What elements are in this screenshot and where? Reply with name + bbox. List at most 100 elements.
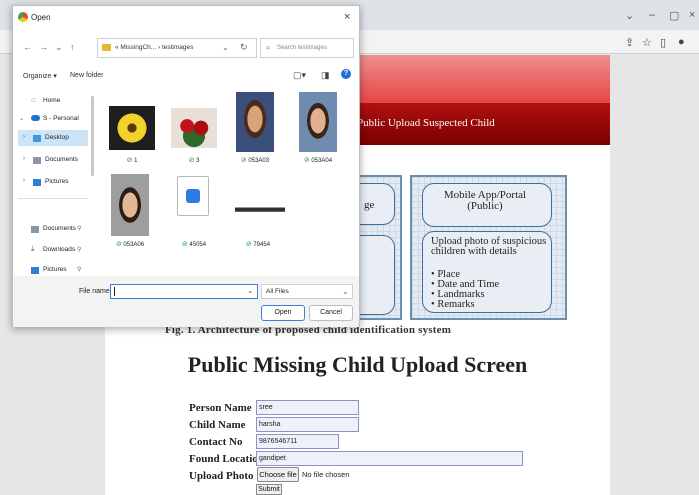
sidebar-scrollbar[interactable] bbox=[91, 96, 94, 176]
up-arrow-icon[interactable]: ↑ bbox=[70, 42, 75, 52]
chevron-right-icon[interactable]: › bbox=[23, 178, 25, 184]
file-status: No file chosen bbox=[302, 470, 350, 479]
forward-arrow-icon[interactable]: → bbox=[39, 42, 48, 52]
open-file-dialog: Open × ← → ⌄ ↑ « MissingCh... › testimag… bbox=[12, 5, 360, 327]
sidebar-item-desktop[interactable]: Desktop bbox=[45, 134, 69, 141]
chevron-right-icon[interactable]: › bbox=[23, 156, 25, 162]
desktop-folder-icon bbox=[33, 135, 41, 142]
file-label: ⊘ 053A06 bbox=[115, 241, 145, 248]
documents-icon bbox=[31, 226, 39, 233]
quick-access-pictures[interactable]: Pictures bbox=[43, 266, 66, 273]
open-button[interactable]: Open bbox=[261, 305, 305, 321]
sidebar-divider bbox=[18, 198, 88, 199]
diagram-bullet: • Remarks bbox=[431, 299, 475, 310]
submit-button[interactable]: Submit bbox=[256, 484, 282, 495]
diagram-left-label: ge bbox=[364, 199, 375, 211]
download-icon: ⤓ bbox=[31, 244, 35, 253]
diagram-upload-box: Upload photo of suspicious children with… bbox=[422, 231, 552, 313]
pictures-icon bbox=[31, 267, 39, 274]
search-icon: ⌕ bbox=[266, 43, 271, 52]
file-label: ⊘ 1 bbox=[126, 157, 138, 164]
choose-file-button[interactable]: Choose file bbox=[257, 467, 299, 482]
organize-button[interactable]: Organize ▾ bbox=[23, 72, 57, 80]
maximize-button[interactable]: ▢ bbox=[669, 9, 679, 22]
chevron-down-icon[interactable]: ⌄ bbox=[55, 42, 63, 53]
flower-thumbnail bbox=[109, 106, 155, 150]
found-location-label: Found Location bbox=[189, 453, 264, 465]
pin-icon: ⚲ bbox=[77, 267, 82, 273]
help-icon[interactable]: ? bbox=[341, 69, 351, 79]
knife-thumbnail bbox=[235, 196, 285, 226]
chevron-down-icon[interactable]: ⌄ bbox=[222, 43, 229, 52]
sidepanel-icon[interactable]: ▯ bbox=[660, 36, 666, 49]
diagram-mobile-box: Mobile App/Portal (Public) bbox=[422, 183, 552, 227]
upload-photo-label: Upload Photo bbox=[189, 470, 254, 482]
screen: ⌄ – ▢ × ⇪ ☆ ▯ ● Public Upload Suspected … bbox=[0, 0, 699, 495]
nav-link-public-upload[interactable]: Public Upload Suspected Child bbox=[357, 117, 495, 129]
bookmark-star-icon[interactable]: ☆ bbox=[642, 36, 652, 49]
child-name-input[interactable]: harsha bbox=[256, 417, 359, 432]
file-label: ⊘ 053A03 bbox=[240, 157, 270, 164]
pin-icon: ⚲ bbox=[77, 247, 82, 253]
person-name-label: Person Name bbox=[189, 402, 252, 414]
chevron-down-icon: ⌄ bbox=[342, 287, 349, 296]
chevron-down-icon[interactable]: ⌄ bbox=[247, 286, 254, 295]
close-window-button[interactable]: × bbox=[689, 9, 695, 21]
child-photo-thumbnail bbox=[236, 92, 274, 152]
image-file-thumbnail bbox=[177, 176, 209, 216]
contact-input[interactable]: 9876546711 bbox=[256, 434, 339, 449]
header-banner bbox=[340, 55, 610, 103]
search-box[interactable]: ⌕ Search testimages bbox=[260, 38, 354, 58]
child-photo-thumbnail bbox=[299, 92, 337, 152]
child-photo-thumbnail bbox=[111, 174, 149, 236]
image-file-icon bbox=[186, 189, 200, 203]
search-placeholder: Search testimages bbox=[277, 45, 327, 51]
quick-access-documents[interactable]: Documents bbox=[43, 225, 76, 232]
preview-pane-icon[interactable]: ◨ bbox=[321, 70, 330, 81]
documents-icon bbox=[33, 157, 41, 164]
cloud-icon bbox=[31, 115, 40, 121]
cancel-button[interactable]: Cancel bbox=[309, 305, 353, 321]
view-options-icon[interactable]: ▢▾ bbox=[293, 70, 306, 81]
refresh-icon[interactable]: ↻ bbox=[240, 42, 248, 53]
page-title: Public Missing Child Upload Screen bbox=[187, 352, 528, 377]
file-name-input[interactable]: ⌄ bbox=[110, 284, 258, 299]
minimize-button[interactable]: – bbox=[649, 9, 655, 21]
file-label: ⊘ 053A04 bbox=[303, 157, 333, 164]
diagram-right-panel: Mobile App/Portal (Public) Upload photo … bbox=[410, 175, 567, 320]
pictures-icon bbox=[33, 179, 41, 186]
profile-icon[interactable]: ● bbox=[678, 36, 685, 48]
diagram-upload-text: Upload photo of suspicious children with… bbox=[431, 236, 547, 257]
dialog-close-button[interactable]: × bbox=[344, 11, 350, 23]
sidebar-item-documents[interactable]: Documents bbox=[45, 156, 78, 163]
sidebar-item-personal[interactable]: S - Personal bbox=[43, 115, 79, 122]
back-arrow-icon[interactable]: ← bbox=[23, 42, 32, 52]
file-label: ⊘ 45054 bbox=[181, 241, 207, 248]
address-path-box[interactable]: « MissingCh... › testimages ⌄ ↻ bbox=[97, 38, 257, 58]
chevron-down-icon[interactable]: ⌄ bbox=[19, 115, 24, 122]
file-type-value: All Files bbox=[266, 288, 289, 295]
quick-access-downloads[interactable]: Downloads bbox=[43, 246, 75, 253]
person-name-input[interactable]: sree bbox=[256, 400, 359, 415]
child-name-label: Child Name bbox=[189, 419, 246, 431]
dialog-title: Open bbox=[31, 13, 51, 22]
home-icon: ⌂ bbox=[31, 95, 36, 104]
chrome-icon bbox=[18, 12, 28, 22]
file-label: ⊘ 3 bbox=[188, 157, 200, 164]
diagram-mobile-title: Mobile App/Portal (Public) bbox=[443, 189, 527, 212]
sidebar-item-pictures[interactable]: Pictures bbox=[45, 178, 68, 185]
file-type-select[interactable]: All Files ⌄ bbox=[261, 284, 353, 299]
chevron-down-icon[interactable]: ⌄ bbox=[625, 9, 634, 22]
address-path: « MissingCh... › testimages bbox=[115, 44, 194, 51]
file-name-label: File name: bbox=[79, 288, 112, 295]
page-margin-right bbox=[610, 55, 699, 495]
share-icon[interactable]: ⇪ bbox=[625, 36, 634, 49]
sidebar-item-home[interactable]: Home bbox=[43, 97, 60, 104]
roses-thumbnail bbox=[171, 108, 217, 148]
text-cursor bbox=[114, 287, 115, 296]
pin-icon: ⚲ bbox=[77, 226, 82, 232]
folder-icon bbox=[102, 44, 111, 51]
chevron-right-icon[interactable]: › bbox=[23, 134, 25, 140]
new-folder-button[interactable]: New folder bbox=[70, 72, 103, 79]
found-location-input[interactable]: gandipet bbox=[256, 451, 523, 466]
